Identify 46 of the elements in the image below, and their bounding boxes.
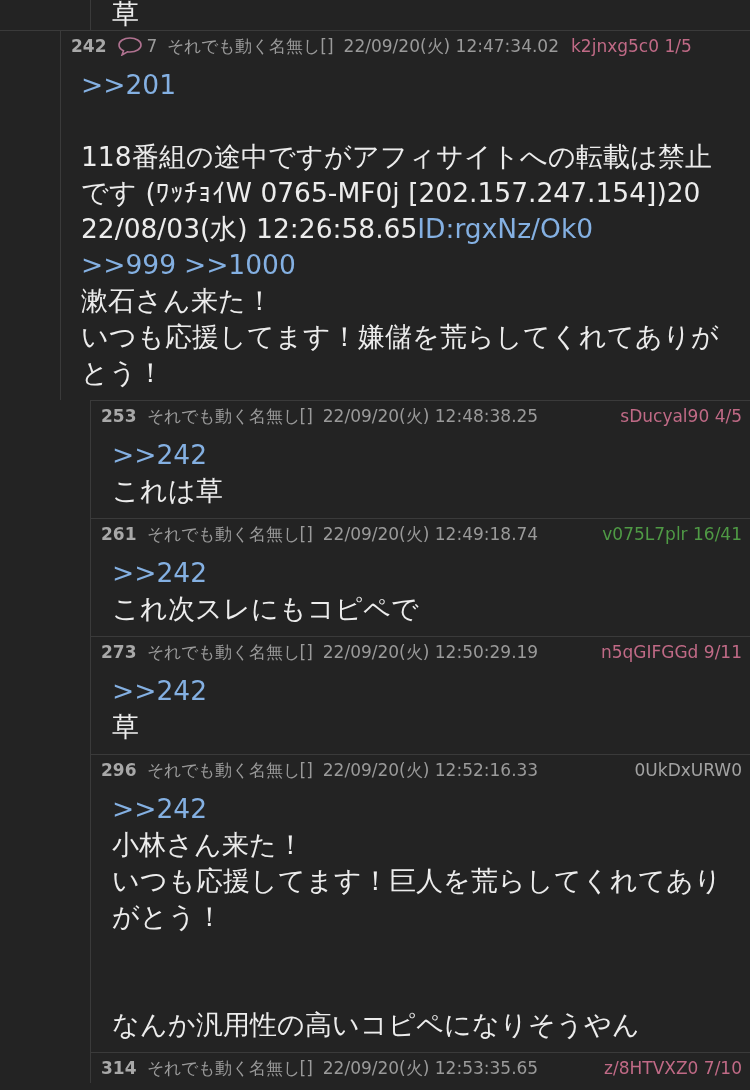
post-text: 22/08/03(水) 12:26:58.65 (81, 213, 418, 244)
poster-id[interactable]: 0UkDxURW0 (634, 760, 742, 780)
reply-count: 7 (146, 36, 158, 56)
post-number[interactable]: 296 (101, 760, 137, 780)
post-date: 22/09/20(火) 12:52:16.33 (322, 758, 539, 782)
poster-id[interactable]: n5qGIFGGd 9/11 (600, 642, 742, 662)
post-text: いつも応援してます！巨人を荒らしてくれてありがとう！ (112, 864, 723, 934)
post-text: 草 (112, 0, 140, 28)
poster-id[interactable]: sDucyal90 4/5 (620, 406, 742, 426)
reply-link[interactable]: >>242 (112, 557, 207, 588)
poster-id[interactable]: v075L7plr 16/41 (602, 524, 742, 544)
reply-link[interactable]: >>1000 (183, 249, 296, 280)
post-text: これ次スレにもコピペで (112, 592, 420, 626)
reply-link[interactable]: >>201 (81, 69, 176, 100)
poster-name: それでも動く名無し[] (146, 758, 313, 782)
post-number[interactable]: 261 (101, 524, 137, 544)
post-date: 22/09/20(火) 12:47:34.02 (343, 34, 559, 58)
post-text: 118番組の途中ですがアフィサイトへの転載は禁止 (81, 140, 713, 174)
reply-link[interactable]: ID:rgxNz/Ok0 (417, 213, 594, 244)
poster-name: それでも動く名無し[] (146, 404, 313, 428)
reply-link[interactable]: >>242 (112, 439, 207, 470)
post-text: 草 (112, 710, 140, 744)
post-text: いつも応援してます！嫌儲を荒らしてくれてありがとう！ (81, 320, 720, 390)
speech-bubble-icon[interactable] (116, 36, 143, 56)
post-date: 22/09/20(火) 12:53:35.65 (322, 1056, 539, 1080)
reply-link[interactable]: >>242 (112, 793, 207, 824)
post-number[interactable]: 242 (71, 36, 107, 56)
post-text: 漱石さん来た！ (81, 284, 274, 318)
poster-id[interactable]: k2jnxg5c0 1/5 (571, 36, 692, 56)
poster-name: それでも動く名無し[] (146, 640, 313, 664)
poster-name: それでも動く名無し[] (146, 1056, 313, 1080)
post-number[interactable]: 253 (101, 406, 137, 426)
post-date: 22/09/20(火) 12:50:29.19 (322, 640, 539, 664)
reply-link[interactable]: >>999 (81, 249, 176, 280)
poster-name: それでも動く名無し[] (146, 522, 313, 546)
poster-id[interactable]: z/8HTVXZ0 7/10 (604, 1058, 742, 1078)
reply-link[interactable]: >>242 (112, 675, 207, 706)
post-text: なんか汎用性の高いコピペになりそうやん (112, 1008, 641, 1042)
post-text: 小林さん来た！ (112, 828, 305, 862)
post-number[interactable]: 273 (101, 642, 137, 662)
poster-name: それでも動く名無し[] (167, 34, 334, 58)
post-date: 22/09/20(火) 12:49:18.74 (322, 522, 539, 546)
post-number[interactable]: 314 (101, 1058, 137, 1078)
post-date: 22/09/20(火) 12:48:38.25 (322, 404, 539, 428)
post-text: です (ﾜｯﾁｮｲW 0765-MF0j [202.157.247.154])20 (81, 176, 702, 210)
post-text: これは草 (112, 474, 224, 508)
